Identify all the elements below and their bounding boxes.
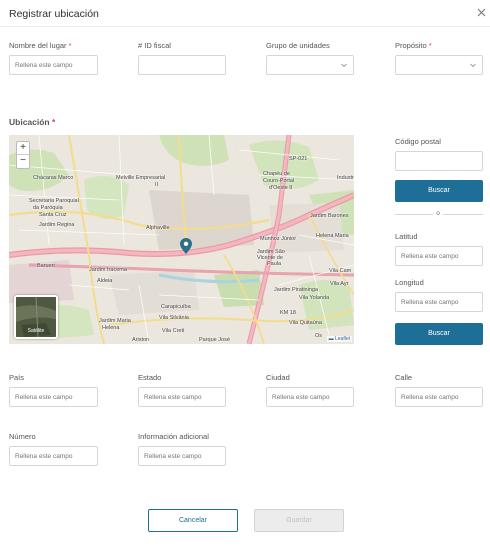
estado-label: Estado <box>138 373 162 382</box>
required-mark: * <box>52 117 56 127</box>
map-label: Helena <box>102 325 120 331</box>
calle-input[interactable] <box>395 387 483 407</box>
map-label: Munhoz Júnior <box>260 236 297 242</box>
estado-input[interactable] <box>138 387 226 407</box>
calle-label: Calle <box>395 373 413 382</box>
nombre-label: Nombre del lugar * <box>9 41 72 50</box>
search-postal-button[interactable]: Buscar <box>395 180 483 202</box>
save-button[interactable]: Guardar <box>254 509 344 532</box>
pais-input[interactable] <box>9 387 98 407</box>
chevron-down-icon <box>470 63 476 68</box>
numero-label: Número <box>9 432 36 441</box>
map-label: Alphaville <box>146 225 170 231</box>
satellite-layer-toggle[interactable]: Satélite <box>14 295 58 339</box>
dialog-title: Registrar ubicación <box>9 8 99 20</box>
map-label: Vila Cam <box>329 268 352 274</box>
grupo-select[interactable] <box>266 55 354 75</box>
map-label: Secretaria Paroquial <box>29 198 79 204</box>
map-label: Ariston <box>132 337 150 343</box>
zoom-out-button[interactable]: − <box>17 155 29 168</box>
longitud-label: Longitud <box>395 278 424 287</box>
ciudad-input[interactable] <box>266 387 354 407</box>
zoom-control: + − <box>16 141 30 169</box>
map-label: da Paróquia <box>33 205 63 211</box>
map-label: Vila Ayr <box>330 281 349 287</box>
map-label: Jardim Piratininga <box>274 287 319 293</box>
map-label: d'Oeste II <box>269 185 293 191</box>
info-adicional-label: Información adicional <box>138 432 209 441</box>
proposito-label-text: Propósito <box>395 41 427 50</box>
cancel-button[interactable]: Cancelar <box>148 509 238 532</box>
close-icon[interactable] <box>474 5 488 19</box>
map-label: Vila Creti <box>162 328 185 334</box>
satellite-label: Satélite <box>27 328 45 334</box>
map-label: Chapéu de <box>263 171 290 177</box>
location-title: Ubicación * <box>9 117 55 127</box>
map-label: Melville Empresarial <box>116 175 166 181</box>
numero-input[interactable] <box>9 446 98 466</box>
zoom-in-button[interactable]: + <box>17 142 29 155</box>
map-label: II <box>155 182 159 188</box>
map-label: SP-021 <box>289 156 308 162</box>
required-mark: * <box>68 41 72 50</box>
longitud-input[interactable] <box>395 292 483 312</box>
location-marker-icon[interactable] <box>180 238 192 254</box>
latitud-label: Latitud <box>395 232 418 241</box>
id-fiscal-label: # ID fiscal <box>138 41 171 50</box>
map-label: Couro-Portal <box>263 178 295 184</box>
map-label: Helena Maria <box>316 233 349 239</box>
map-label: Aldeia <box>97 278 113 284</box>
map-label: Jardim Barones <box>310 213 349 219</box>
latitud-input[interactable] <box>395 246 483 266</box>
map-label: Carapicuíba <box>161 304 191 310</box>
attribution-text: Leaflet <box>334 336 350 342</box>
map-label: Industr <box>337 175 354 181</box>
map-label: Os <box>315 333 323 339</box>
map-label: Santa Cruz <box>39 212 67 218</box>
map-label: Jardim Iracema <box>89 267 127 273</box>
search-coords-button[interactable]: Buscar <box>395 323 483 345</box>
map-label: Vila Silvânia <box>159 315 189 321</box>
map-label: Jardim Regina <box>39 222 75 228</box>
location-map[interactable]: Chácaras Marco Melville Empresarial II S… <box>9 135 354 344</box>
nombre-input[interactable] <box>9 55 98 75</box>
ciudad-label: Ciudad <box>266 373 290 382</box>
map-label: KM 18 <box>280 310 296 316</box>
map-label: Chácaras Marco <box>33 175 74 181</box>
proposito-label: Propósito * <box>395 41 432 50</box>
location-title-text: Ubicación <box>9 117 50 127</box>
chevron-down-icon <box>341 63 347 68</box>
map-label: Jardim Maria <box>99 318 131 324</box>
codigo-postal-label: Código postal <box>395 137 441 146</box>
grupo-label: Grupo de unidades <box>266 41 330 50</box>
map-label: Paula <box>267 261 282 267</box>
map-label: Barueri <box>37 263 55 269</box>
required-mark: * <box>428 41 432 50</box>
map-label: Vila Quitaúna <box>289 320 322 326</box>
map-label: Vila Yolanda <box>299 295 330 301</box>
map-attribution[interactable]: ▬ Leaflet <box>326 336 352 342</box>
dialog-header: Registrar ubicación <box>0 0 490 27</box>
proposito-select[interactable] <box>395 55 483 75</box>
codigo-postal-input[interactable] <box>395 151 483 171</box>
nombre-label-text: Nombre del lugar <box>9 41 67 50</box>
map-label: Parque José <box>199 337 230 343</box>
pais-label: País <box>9 373 25 382</box>
or-separator: o <box>433 210 443 218</box>
id-fiscal-input[interactable] <box>138 55 226 75</box>
info-adicional-input[interactable] <box>138 446 226 466</box>
